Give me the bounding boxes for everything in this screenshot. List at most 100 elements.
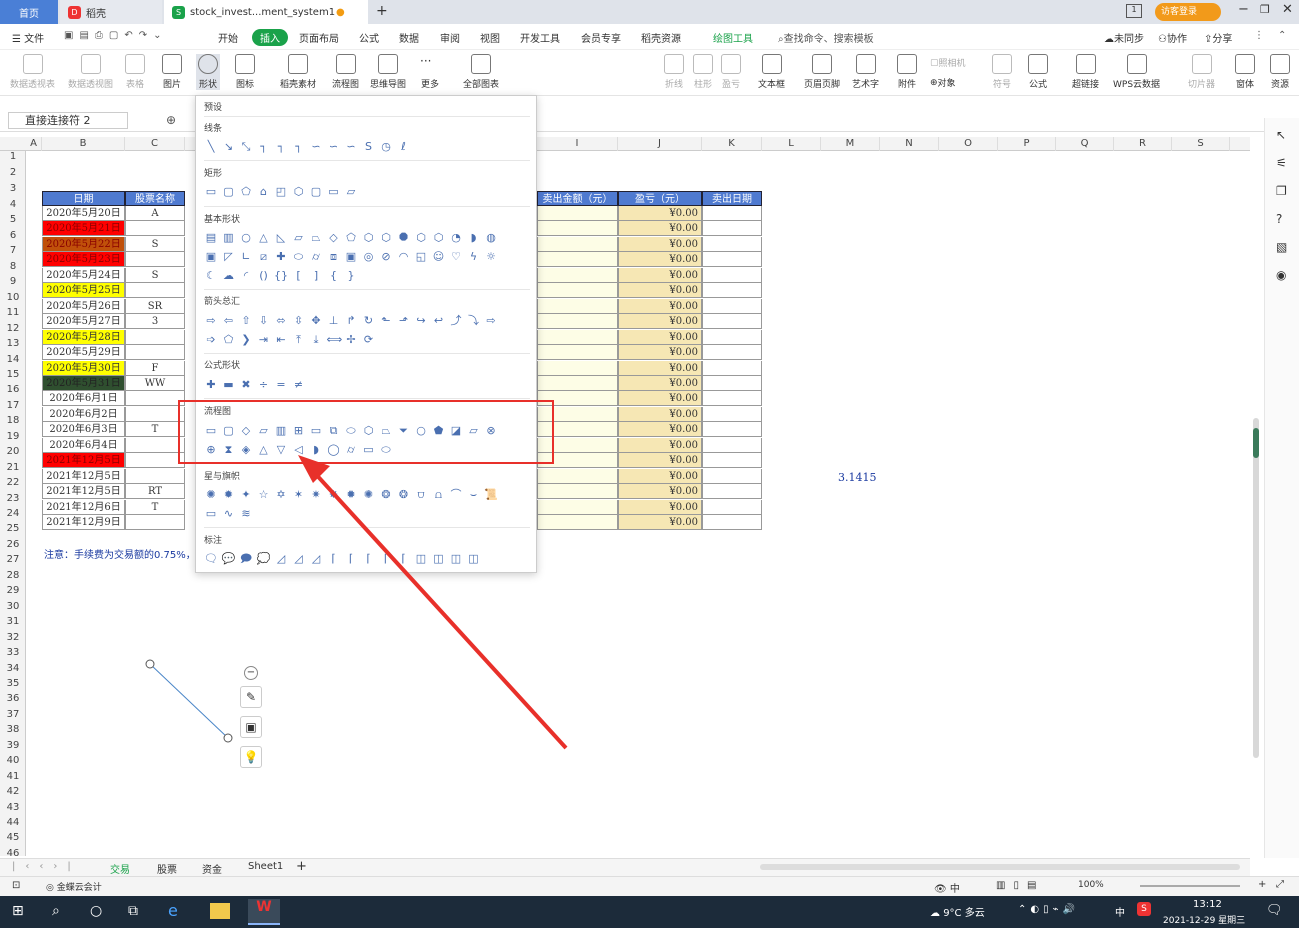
explosion2-icon[interactable]: ✹ xyxy=(222,488,236,502)
shape-collapse-icon[interactable]: − xyxy=(244,666,258,680)
select-pointer-icon[interactable]: ↖ xyxy=(1276,128,1286,142)
block-arc-icon[interactable]: ◠ xyxy=(397,250,411,264)
elbow-connector-icon[interactable]: ┐ xyxy=(257,140,271,154)
cell-sell-amount[interactable] xyxy=(537,329,618,345)
brand-link[interactable]: ◎ 金蝶云会计 xyxy=(46,880,102,893)
snip-rect-icon[interactable]: ⬠ xyxy=(239,185,253,199)
left-right-up-arrow-icon[interactable]: ⊥ xyxy=(327,314,341,328)
sheet-tab-fund[interactable]: 资金 xyxy=(202,861,222,876)
explosion1-icon[interactable]: ✺ xyxy=(204,488,218,502)
frame-shape-icon[interactable]: ▣ xyxy=(204,250,218,264)
cell-sell-date[interactable] xyxy=(702,221,762,237)
bent-up-arrow-icon[interactable]: ⬏ xyxy=(397,314,411,328)
lr-callout-arrow-icon[interactable]: ⟺ xyxy=(327,333,343,347)
diagonal-stripe-icon[interactable]: ⧄ xyxy=(257,250,271,264)
cell-pnl[interactable]: ¥0.00 xyxy=(618,206,702,221)
header-pnl[interactable]: 盈亏（元） xyxy=(618,191,702,206)
bracket-pair-icon[interactable]: () xyxy=(257,269,271,283)
cell-pnl[interactable]: ¥0.00 xyxy=(618,329,702,345)
decagon-icon[interactable]: ⬡ xyxy=(414,231,428,245)
cell-sell-date[interactable] xyxy=(702,267,762,283)
oval-callout-icon[interactable]: 🗩 xyxy=(239,552,253,566)
cell-pnl[interactable]: ¥0.00 xyxy=(618,360,702,376)
math-equal-icon[interactable]: = xyxy=(274,378,288,392)
curved-arrow-icon[interactable]: ∽ xyxy=(327,140,341,154)
cell-stock-name[interactable] xyxy=(125,329,185,345)
folded-corner-icon[interactable]: ◱ xyxy=(414,250,428,264)
cell-sell-date[interactable] xyxy=(702,298,762,314)
diamond-icon[interactable]: ◇ xyxy=(327,231,341,245)
chord-icon[interactable]: ◗ xyxy=(467,231,481,245)
zoom-slider[interactable] xyxy=(1140,885,1240,887)
elbow-double-arrow-icon[interactable]: ┐ xyxy=(292,140,306,154)
pie-icon[interactable]: ◔ xyxy=(449,231,463,245)
rounded-callout-icon[interactable]: 💬 xyxy=(222,552,236,566)
right-bracket-icon[interactable]: ] xyxy=(309,269,323,283)
star6-icon[interactable]: ✡ xyxy=(274,488,288,502)
cell-sell-amount[interactable] xyxy=(537,314,618,330)
pen-icon[interactable]: ✎ xyxy=(240,686,262,708)
cell-pnl[interactable]: ¥0.00 xyxy=(618,437,702,453)
sheet-tab-stock[interactable]: 股票 xyxy=(157,861,177,876)
cell-stock-name[interactable]: RT xyxy=(125,484,185,500)
chevron-icon[interactable]: ❯ xyxy=(239,333,253,347)
right-brace-icon[interactable]: } xyxy=(344,269,358,283)
cell-date[interactable]: 2020年6月3日 xyxy=(42,422,125,438)
cell-sell-date[interactable] xyxy=(702,314,762,330)
target-icon[interactable]: ◉ xyxy=(1276,268,1286,282)
up-down-arrow-icon[interactable]: ⇳ xyxy=(292,314,306,328)
l-shape-icon[interactable]: ∟ xyxy=(239,250,253,264)
star10-icon[interactable]: ✸ xyxy=(327,488,341,502)
elbow-arrow-icon[interactable]: ┐ xyxy=(274,140,288,154)
edge-browser-icon[interactable]: e xyxy=(168,901,178,920)
cell-stock-name[interactable]: F xyxy=(125,360,185,376)
header-sell-amount[interactable]: 卖出金额（元） xyxy=(537,191,618,206)
horizontal-scrollbar[interactable] xyxy=(760,864,1240,870)
line-callout3-icon[interactable]: ◿ xyxy=(309,552,323,566)
cell-date[interactable]: 2020年5月23日 xyxy=(42,252,125,268)
curved-ribbon-up-icon[interactable]: ⌒ xyxy=(449,488,463,502)
rounded-rect-icon[interactable]: ▢ xyxy=(222,185,236,199)
ribbon-down-icon[interactable]: ⩍ xyxy=(432,488,446,502)
cell-pnl[interactable]: ¥0.00 xyxy=(618,298,702,314)
sheet-tab-sheet1[interactable]: Sheet1 xyxy=(248,861,283,872)
screen-icon[interactable]: ⊡ xyxy=(12,880,20,891)
star4-icon[interactable]: ✦ xyxy=(239,488,253,502)
curved-left-arrow-icon[interactable]: ↩ xyxy=(432,314,446,328)
teardrop-icon[interactable]: ◍ xyxy=(484,231,498,245)
cell-pnl[interactable]: ¥0.00 xyxy=(618,499,702,515)
task-view-icon[interactable]: ⧉ xyxy=(128,903,138,919)
snip-corner-rect-icon[interactable]: ◰ xyxy=(274,185,288,199)
curved-right-arrow-icon[interactable]: ↪ xyxy=(414,314,428,328)
cell-sell-amount[interactable] xyxy=(537,375,618,391)
cell-pnl[interactable]: ¥0.00 xyxy=(618,468,702,484)
cell-sell-date[interactable] xyxy=(702,499,762,515)
cloud-callout-icon[interactable]: 💭 xyxy=(257,552,271,566)
accent-callout3-icon[interactable]: ⌈ xyxy=(379,552,393,566)
cell-stock-name[interactable] xyxy=(125,468,185,484)
math-not-equal-icon[interactable]: ≠ xyxy=(292,378,306,392)
oval-icon[interactable]: ○ xyxy=(239,231,253,245)
image-tool-icon[interactable]: ▧ xyxy=(1276,240,1287,254)
cell-stock-name[interactable] xyxy=(125,252,185,268)
copy-format-icon[interactable]: ❐ xyxy=(1276,184,1287,198)
math-minus-icon[interactable]: ▬ xyxy=(222,378,236,392)
sun-icon[interactable]: ☼ xyxy=(484,250,498,264)
cell-pnl[interactable]: ¥0.00 xyxy=(618,422,702,438)
cell-stock-name[interactable]: S xyxy=(125,236,185,252)
cell-pnl[interactable]: ¥0.00 xyxy=(618,515,702,530)
cloud-shape-icon[interactable]: ☁ xyxy=(222,269,236,283)
accent-callout1-icon[interactable]: ⌈ xyxy=(344,552,358,566)
round-diag-rect-icon[interactable]: ▱ xyxy=(344,185,358,199)
cell-stock-name[interactable] xyxy=(125,221,185,237)
donut-icon[interactable]: ◎ xyxy=(362,250,376,264)
line-callout4-icon[interactable]: ⌈ xyxy=(327,552,341,566)
vertical-scroll-icon[interactable]: 📜 xyxy=(484,488,498,502)
cell-date[interactable]: 2020年6月2日 xyxy=(42,406,125,422)
arc-icon[interactable]: ◜ xyxy=(239,269,253,283)
circular-arrow-icon[interactable]: ⟳ xyxy=(362,333,376,347)
down-callout-arrow-icon[interactable]: ⤓ xyxy=(309,333,323,347)
cell-sell-date[interactable] xyxy=(702,206,762,221)
file-explorer-icon[interactable] xyxy=(210,903,230,919)
windows-start-icon[interactable]: ⊞ xyxy=(12,903,24,919)
